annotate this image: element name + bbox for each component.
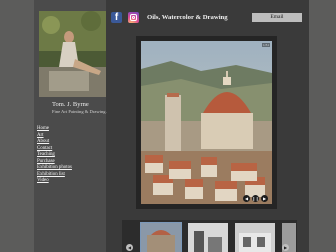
artist-tagline: Fine Art Painting & Drawing. [52,109,107,114]
next-icon[interactable]: ▶ [261,195,268,202]
thumbnail[interactable] [140,222,182,252]
artist-name: Tom. J. Byrne [52,101,89,108]
instagram-icon[interactable] [128,12,139,23]
thumbnail[interactable] [235,223,275,252]
thumbs-next-arrow-icon[interactable]: ▶ [282,244,289,251]
instagram-lens-shape [132,16,135,19]
image-counter: 1/31 [262,43,271,47]
thumbs-prev-arrow-icon[interactable]: ◀ [126,244,133,251]
email-button[interactable]: Email [252,13,302,22]
sidebar: Tom. J. Byrne Fine Art Painting & Drawin… [34,0,107,252]
page-title: Oils, Watercolor & Drawing [147,14,228,21]
nav-exhibition-photos-link[interactable]: Exhibition photos [37,165,72,172]
nav-video-link[interactable]: Video [37,178,72,185]
artist-portrait [39,11,106,97]
pause-icon[interactable]: ❙❙ [252,195,259,202]
previous-icon[interactable]: ◀ [243,195,250,202]
gallery-main-image[interactable] [141,41,272,204]
thumbnail[interactable] [188,223,228,252]
facebook-icon[interactable]: f [111,12,122,23]
main-nav: Home Art About Contact Teaching Purchase… [37,126,72,185]
